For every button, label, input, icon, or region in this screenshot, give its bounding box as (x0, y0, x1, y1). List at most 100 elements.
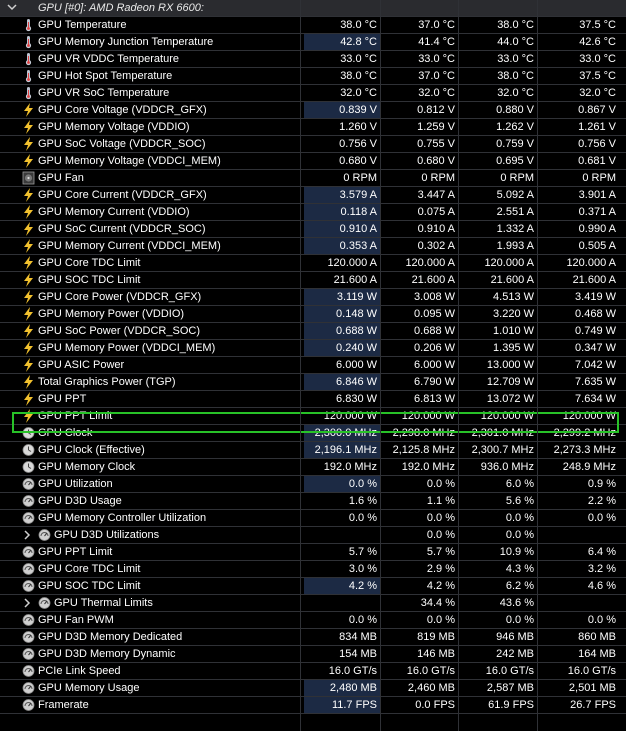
average-value: 2,299.2 MHz (553, 427, 616, 439)
average-value: 0.347 W (575, 342, 616, 354)
maximum-value: 33.0 °C (497, 53, 534, 65)
sensor-row-gpu-fan-pwm[interactable]: GPU Fan PWM 0.0 % 0.0 % 0.0 % 0.0 % (0, 612, 626, 629)
sensor-row-gpu-vr-vddc-temperature[interactable]: GPU VR VDDC Temperature 33.0 °C 33.0 °C 33.… (0, 51, 626, 68)
average-value: 7.634 W (575, 393, 616, 405)
maximum-value: 21.600 A (490, 274, 534, 286)
sensor-row-gpu-fan[interactable]: GPU Fan 0 RPM 0 RPM 0 RPM 0 RPM (0, 170, 626, 187)
group-header-gpu[interactable]: GPU [#0]: AMD Radeon RX 6600: (0, 0, 626, 17)
sensor-label: GPU Memory Clock (38, 461, 136, 473)
maximum-value: 1.993 A (496, 240, 534, 252)
sensor-label: GPU Memory Current (VDDIO) (38, 206, 190, 218)
sensor-row-gpu-temperature[interactable]: GPU Temperature 38.0 °C 37.0 °C 38.0 °C 37.5… (0, 17, 626, 34)
lightning-icon (22, 205, 35, 219)
maximum-value: 242 MB (496, 648, 534, 660)
sensor-row-gpu-clock-effective[interactable]: GPU Clock (Effective) 2,196.1 MHz 2,125.8 … (0, 442, 626, 459)
sensor-row-gpu-memory-current-vddci-mem[interactable]: GPU Memory Current (VDDCI_MEM) 0.353 A 0.3… (0, 238, 626, 255)
average-value: 7.635 W (575, 376, 616, 388)
clock-icon (22, 443, 35, 457)
sensor-row-gpu-vr-soc-temperature[interactable]: GPU VR SoC Temperature 32.0 °C 32.0 °C 32.0… (0, 85, 626, 102)
average-value: 120.000 W (562, 410, 616, 422)
sensor-row-gpu-d3d-memory-dedicated[interactable]: GPU D3D Memory Dedicated 834 MB 819 MB 946 … (0, 629, 626, 646)
sensor-row-gpu-memory-voltage-vddci-mem[interactable]: GPU Memory Voltage (VDDCI_MEM) 0.680 V 0.6… (0, 153, 626, 170)
current-value: 6.846 W (304, 374, 380, 390)
sensor-row-gpu-d3d-memory-dynamic[interactable]: GPU D3D Memory Dynamic 154 MB 146 MB 242 MB… (0, 646, 626, 663)
sensor-row-gpu-soc-tdc-limit[interactable]: GPU SOC TDC Limit 21.600 A 21.600 A 21.600 … (0, 272, 626, 289)
sensor-row-gpu-memory-voltage-vddio[interactable]: GPU Memory Voltage (VDDIO) 1.260 V 1.259 V… (0, 119, 626, 136)
sensor-row-gpu-ppt[interactable]: GPU PPT 6.830 W 6.813 W 13.072 W 7.634 W (0, 391, 626, 408)
current-value: 0.910 A (304, 221, 380, 237)
thermometer-icon (22, 69, 35, 83)
maximum-value: 0 RPM (500, 172, 534, 184)
current-value: 11.7 FPS (304, 697, 380, 713)
sensor-row-gpu-soc-power-vddcr-soc[interactable]: GPU SoC Power (VDDCR_SOC) 0.688 W 0.688 W 1… (0, 323, 626, 340)
current-value: 21.600 A (333, 274, 377, 286)
current-value: 33.0 °C (340, 53, 377, 65)
current-value: 38.0 °C (340, 19, 377, 31)
sensor-label: GPU VR SoC Temperature (38, 87, 170, 99)
maximum-value: 44.0 °C (497, 36, 534, 48)
gauge-icon (22, 613, 35, 627)
sensor-row-gpu-memory-power-vddci-mem[interactable]: GPU Memory Power (VDDCI_MEM) 0.240 W 0.206… (0, 340, 626, 357)
chevron-right-icon[interactable] (22, 597, 32, 609)
gauge-icon (22, 562, 35, 576)
average-value: 0.9 % (587, 478, 616, 490)
sensor-row-gpu-memory-power-vddio[interactable]: GPU Memory Power (VDDIO) 0.148 W 0.095 W 3.… (0, 306, 626, 323)
sensor-row-gpu-core-tdc-limit[interactable]: GPU Core TDC Limit 3.0 % 2.9 % 4.3 % 3.2 % (0, 561, 626, 578)
sensor-label: GPU D3D Utilizations (54, 529, 160, 541)
current-value: 0.118 A (304, 204, 380, 220)
chevron-down-icon[interactable] (6, 1, 18, 13)
sensor-row-gpu-hot-spot-temperature[interactable]: GPU Hot Spot Temperature 38.0 °C 37.0 °C 38… (0, 68, 626, 85)
sensor-row-gpu-ppt-limit[interactable]: GPU PPT Limit 5.7 % 5.7 % 10.9 % 6.4 % (0, 544, 626, 561)
sensor-row-gpu-thermal-limits[interactable]: GPU Thermal Limits 34.4 % 43.6 % (0, 595, 626, 612)
sensor-row-gpu-core-tdc-limit[interactable]: GPU Core TDC Limit 120.000 A 120.000 A 120.… (0, 255, 626, 272)
sensor-row-total-graphics-power-tgp[interactable]: Total Graphics Power (TGP) 6.846 W 6.790 W… (0, 374, 626, 391)
sensor-label: GPU Memory Controller Utilization (38, 512, 207, 524)
sensor-row-gpu-memory-clock[interactable]: GPU Memory Clock 192.0 MHz 192.0 MHz 936.0 … (0, 459, 626, 476)
fan-icon (22, 171, 35, 185)
sensor-row-gpu-core-power-vddcr-gfx[interactable]: GPU Core Power (VDDCR_GFX) 3.119 W 3.008 W… (0, 289, 626, 306)
sensor-label: PCIe Link Speed (38, 665, 121, 677)
chevron-right-icon[interactable] (22, 529, 32, 541)
sensor-row-gpu-core-current-vddcr-gfx[interactable]: GPU Core Current (VDDCR_GFX) 3.579 A 3.447… (0, 187, 626, 204)
sensor-row-gpu-soc-tdc-limit[interactable]: GPU SOC TDC Limit 4.2 % 4.2 % 6.2 % 4.6 % (0, 578, 626, 595)
sensor-row-gpu-clock[interactable]: GPU Clock 2,300.0 MHz 2,298.0 MHz 2,301.0 M… (0, 425, 626, 442)
sensor-label: GPU Clock (Effective) (38, 444, 145, 456)
minimum-value: 6.000 W (414, 359, 455, 371)
average-value (541, 527, 619, 543)
lightning-icon (22, 392, 35, 406)
sensor-row-gpu-memory-current-vddio[interactable]: GPU Memory Current (VDDIO) 0.118 A 0.075 A… (0, 204, 626, 221)
current-value: 0.148 W (304, 306, 380, 322)
minimum-value: 0.0 % (426, 529, 455, 541)
sensor-label: Framerate (38, 699, 89, 711)
minimum-value: 0.095 W (414, 308, 455, 320)
current-value: 0.680 V (339, 155, 377, 167)
current-value: 2,480 MB (304, 680, 380, 696)
sensor-label: GPU PPT Limit (38, 546, 113, 558)
minimum-value: 192.0 MHz (401, 461, 455, 473)
sensor-row-gpu-d3d-usage[interactable]: GPU D3D Usage 1.6 % 1.1 % 5.6 % 2.2 % (0, 493, 626, 510)
current-value (304, 595, 380, 611)
maximum-value: 38.0 °C (497, 70, 534, 82)
sensor-row-framerate[interactable]: Framerate 11.7 FPS 0.0 FPS 61.9 FPS 26.7 FPS (0, 697, 626, 714)
sensor-row-gpu-soc-voltage-vddcr-soc[interactable]: GPU SoC Voltage (VDDCR_SOC) 0.756 V 0.755 … (0, 136, 626, 153)
sensor-row-gpu-core-voltage-vddcr-gfx[interactable]: GPU Core Voltage (VDDCR_GFX) 0.839 V 0.812… (0, 102, 626, 119)
sensor-label: GPU Memory Power (VDDIO) (38, 308, 185, 320)
sensor-row-gpu-d3d-utilizations[interactable]: GPU D3D Utilizations 0.0 % 0.0 % (0, 527, 626, 544)
sensor-row-gpu-memory-usage[interactable]: GPU Memory Usage 2,480 MB 2,460 MB 2,587 MB… (0, 680, 626, 697)
average-value: 0.505 A (578, 240, 616, 252)
average-value: 21.600 A (572, 274, 616, 286)
sensor-row-gpu-asic-power[interactable]: GPU ASIC Power 6.000 W 6.000 W 13.000 W 7.04… (0, 357, 626, 374)
gauge-icon (38, 596, 51, 610)
average-value: 2,273.3 MHz (553, 444, 616, 456)
minimum-value: 0.0 FPS (415, 699, 455, 711)
minimum-value: 2,298.0 MHz (392, 427, 455, 439)
minimum-value: 0.812 V (417, 104, 455, 116)
sensor-row-gpu-memory-controller-utilization[interactable]: GPU Memory Controller Utilization 0.0 % 0.… (0, 510, 626, 527)
maximum-value: 6.2 % (505, 580, 534, 592)
sensor-row-gpu-ppt-limit[interactable]: GPU PPT Limit 120.000 W 120.000 W 120.000 W… (0, 408, 626, 425)
sensor-row-gpu-memory-junction-temperature[interactable]: GPU Memory Junction Temperature 42.8 °C 41… (0, 34, 626, 51)
sensor-row-gpu-utilization[interactable]: GPU Utilization 0.0 % 0.0 % 6.0 % 0.9 % (0, 476, 626, 493)
sensor-row-gpu-soc-current-vddcr-soc[interactable]: GPU SoC Current (VDDCR_SOC) 0.910 A 0.910 … (0, 221, 626, 238)
current-value: 834 MB (339, 631, 377, 643)
sensor-row-pcie-link-speed[interactable]: PCIe Link Speed 16.0 GT/s 16.0 GT/s 16.0 GT… (0, 663, 626, 680)
